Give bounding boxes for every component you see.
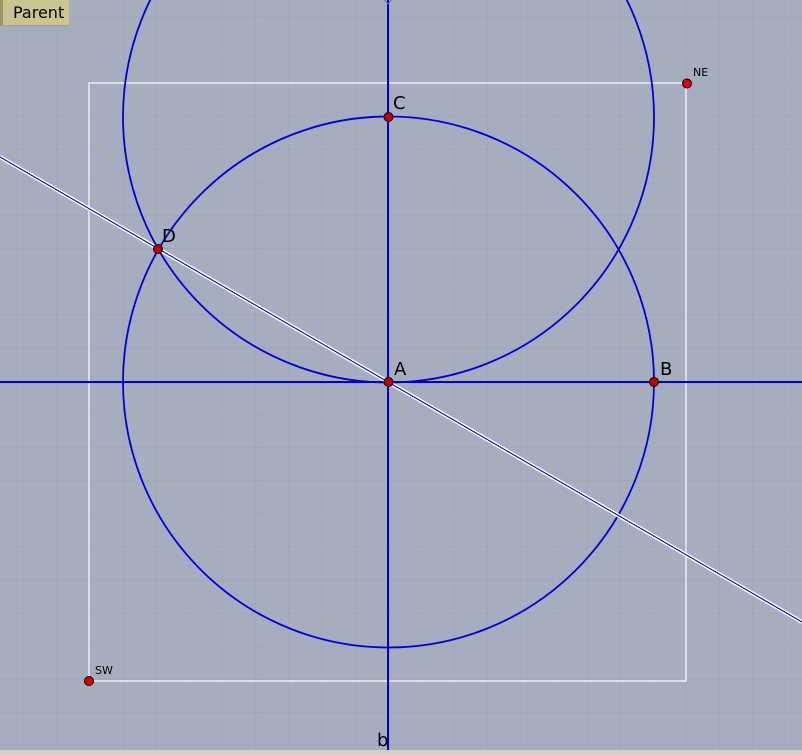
point-b[interactable] [649,377,659,387]
label-line-b: b [377,730,388,751]
parent-button[interactable]: Parent [0,0,70,26]
geometry-canvas[interactable]: A B C D NE SW b [0,0,802,755]
point-a[interactable] [383,377,394,387]
label-sw: SW [95,664,113,677]
point-sw[interactable] [84,676,94,686]
label-d: D [162,226,176,247]
point-ne[interactable] [682,78,692,89]
label-c: C [393,93,406,114]
label-b: B [660,359,672,380]
label-a: A [394,359,407,380]
label-ne: NE [693,66,708,79]
point-c[interactable] [383,112,394,122]
bottom-strip [0,750,802,755]
